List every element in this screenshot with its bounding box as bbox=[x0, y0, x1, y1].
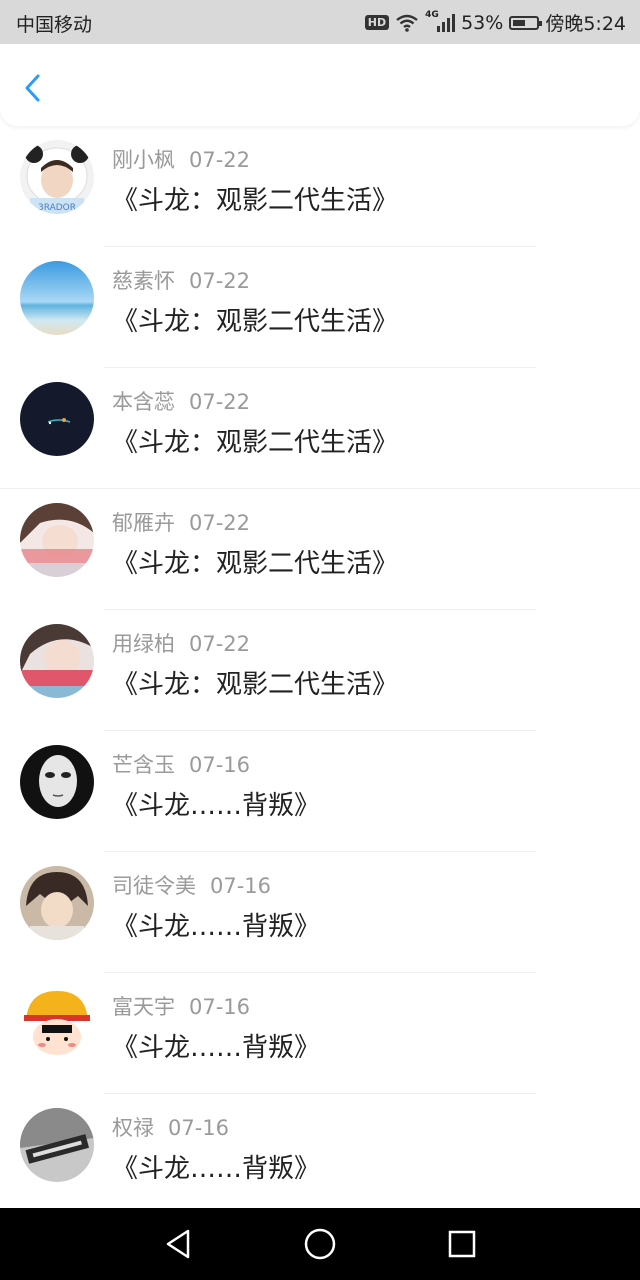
item-title: 《斗龙：观影二代生活》 bbox=[112, 670, 399, 700]
item-meta: 司徒令美 07-16 bbox=[112, 870, 271, 900]
item-meta: 芒含玉 07-16 bbox=[112, 749, 250, 779]
list-item[interactable]: 司徒令美 07-16 《斗龙……背叛》 bbox=[0, 852, 640, 973]
item-title: 《斗龙：观影二代生活》 bbox=[112, 428, 399, 458]
item-title: 《斗龙……背叛》 bbox=[112, 791, 321, 821]
avatar-girl-red-icon bbox=[20, 624, 94, 698]
sender-name: 富天宇 bbox=[112, 995, 175, 1019]
list-item[interactable]: 权禄 07-16 《斗龙……背叛》 bbox=[0, 1094, 640, 1215]
item-meta: 本含蕊 07-22 bbox=[112, 386, 250, 416]
sender-name: 芒含玉 bbox=[112, 753, 175, 777]
item-meta: 富天宇 07-16 bbox=[112, 991, 250, 1021]
list-item[interactable]: 郁雁卉 07-22 《斗龙：观影二代生活》 bbox=[0, 489, 640, 610]
item-meta: 用绿柏 07-22 bbox=[112, 628, 250, 658]
avatar-girl-pink-icon bbox=[20, 503, 94, 577]
list-item[interactable]: 用绿柏 07-22 《斗龙：观影二代生活》 bbox=[0, 610, 640, 731]
item-date: 07-22 bbox=[189, 148, 251, 172]
sender-name: 用绿柏 bbox=[112, 632, 175, 656]
avatar-anime-boy-icon bbox=[20, 866, 94, 940]
item-date: 07-16 bbox=[189, 995, 251, 1019]
list-item[interactable]: 本含蕊 07-22 《斗龙：观影二代生活》 bbox=[0, 368, 640, 489]
chevron-left-icon bbox=[25, 74, 40, 102]
avatar-beach-sky-icon bbox=[20, 261, 94, 335]
item-date: 07-22 bbox=[189, 269, 251, 293]
item-title: 《斗龙……背叛》 bbox=[112, 1154, 321, 1184]
avatar-dark-night-icon bbox=[20, 382, 94, 456]
avatar bbox=[20, 382, 94, 456]
sender-name: 本含蕊 bbox=[112, 390, 175, 414]
avatar-print: 3RADOR bbox=[38, 203, 76, 213]
avatar-bw-text-icon bbox=[20, 1108, 94, 1182]
item-meta: 慈素怀 07-22 bbox=[112, 265, 250, 295]
avatar bbox=[20, 261, 94, 335]
back-button[interactable] bbox=[18, 70, 50, 106]
avatar-white-mask-icon bbox=[20, 745, 94, 819]
sender-name: 权禄 bbox=[112, 1116, 154, 1140]
nav-recents-button[interactable] bbox=[444, 1226, 480, 1262]
avatar bbox=[20, 987, 94, 1061]
item-title: 《斗龙：观影二代生活》 bbox=[112, 186, 399, 216]
nav-back-button[interactable] bbox=[160, 1226, 196, 1262]
sender-name: 刚小枫 bbox=[112, 148, 175, 172]
battery-icon bbox=[509, 15, 543, 30]
list-item[interactable]: 芒含玉 07-16 《斗龙……背叛》 bbox=[0, 731, 640, 852]
avatar bbox=[20, 624, 94, 698]
status-time: 傍晚5:24 bbox=[545, 13, 626, 35]
status-icons: HD 4G 53% 傍晚5:24 bbox=[364, 9, 626, 36]
status-bar: 中国移动 HD 4G 53% 傍晚5:24 bbox=[0, 0, 640, 44]
avatar bbox=[20, 745, 94, 819]
carrier-name: 中国移动 bbox=[16, 14, 93, 36]
avatar bbox=[20, 1108, 94, 1182]
list-item[interactable]: 慈素怀 07-22 《斗龙：观影二代生活》 bbox=[0, 247, 640, 368]
wifi-icon bbox=[396, 14, 418, 32]
avatar-panda-hood-icon: 3RADOR bbox=[20, 140, 94, 214]
item-meta: 郁雁卉 07-22 bbox=[112, 507, 250, 537]
avatar: 3RADOR bbox=[20, 140, 94, 214]
sender-name: 慈素怀 bbox=[112, 269, 175, 293]
list-item[interactable]: 富天宇 07-16 《斗龙……背叛》 bbox=[0, 973, 640, 1094]
item-meta: 刚小枫 07-22 bbox=[112, 144, 250, 174]
system-nav-bar bbox=[0, 1208, 640, 1280]
avatar bbox=[20, 866, 94, 940]
nav-home-button[interactable] bbox=[302, 1226, 338, 1262]
signal-icon bbox=[437, 13, 456, 32]
battery-level bbox=[513, 19, 526, 26]
avatar bbox=[20, 503, 94, 577]
square-recents-icon bbox=[448, 1230, 476, 1258]
battery-percent: 53% bbox=[461, 11, 504, 34]
hd-badge: HD bbox=[364, 15, 390, 30]
item-title: 《斗龙……背叛》 bbox=[112, 1033, 321, 1063]
message-list: 3RADOR 刚小枫 07-22 《斗龙：观影二代生活》 慈素怀 07-22 《… bbox=[0, 126, 640, 1215]
triangle-back-icon bbox=[166, 1229, 190, 1259]
signal-indicator: 4G bbox=[425, 10, 456, 34]
item-title: 《斗龙……背叛》 bbox=[112, 912, 321, 942]
circle-home-icon bbox=[304, 1228, 336, 1260]
item-meta: 权禄 07-16 bbox=[112, 1112, 229, 1142]
item-date: 07-22 bbox=[189, 632, 251, 656]
list-item[interactable]: 3RADOR 刚小枫 07-22 《斗龙：观影二代生活》 bbox=[0, 126, 640, 247]
item-title: 《斗龙：观影二代生活》 bbox=[112, 549, 399, 579]
sender-name: 郁雁卉 bbox=[112, 511, 175, 535]
item-date: 07-16 bbox=[189, 753, 251, 777]
item-date: 07-16 bbox=[168, 1116, 230, 1140]
item-date: 07-22 bbox=[189, 511, 251, 535]
avatar-cartoon-hat-icon bbox=[20, 987, 94, 1061]
item-date: 07-22 bbox=[189, 390, 251, 414]
top-app-bar bbox=[0, 44, 640, 126]
item-date: 07-16 bbox=[210, 874, 272, 898]
sender-name: 司徒令美 bbox=[112, 874, 196, 898]
item-title: 《斗龙：观影二代生活》 bbox=[112, 307, 399, 337]
